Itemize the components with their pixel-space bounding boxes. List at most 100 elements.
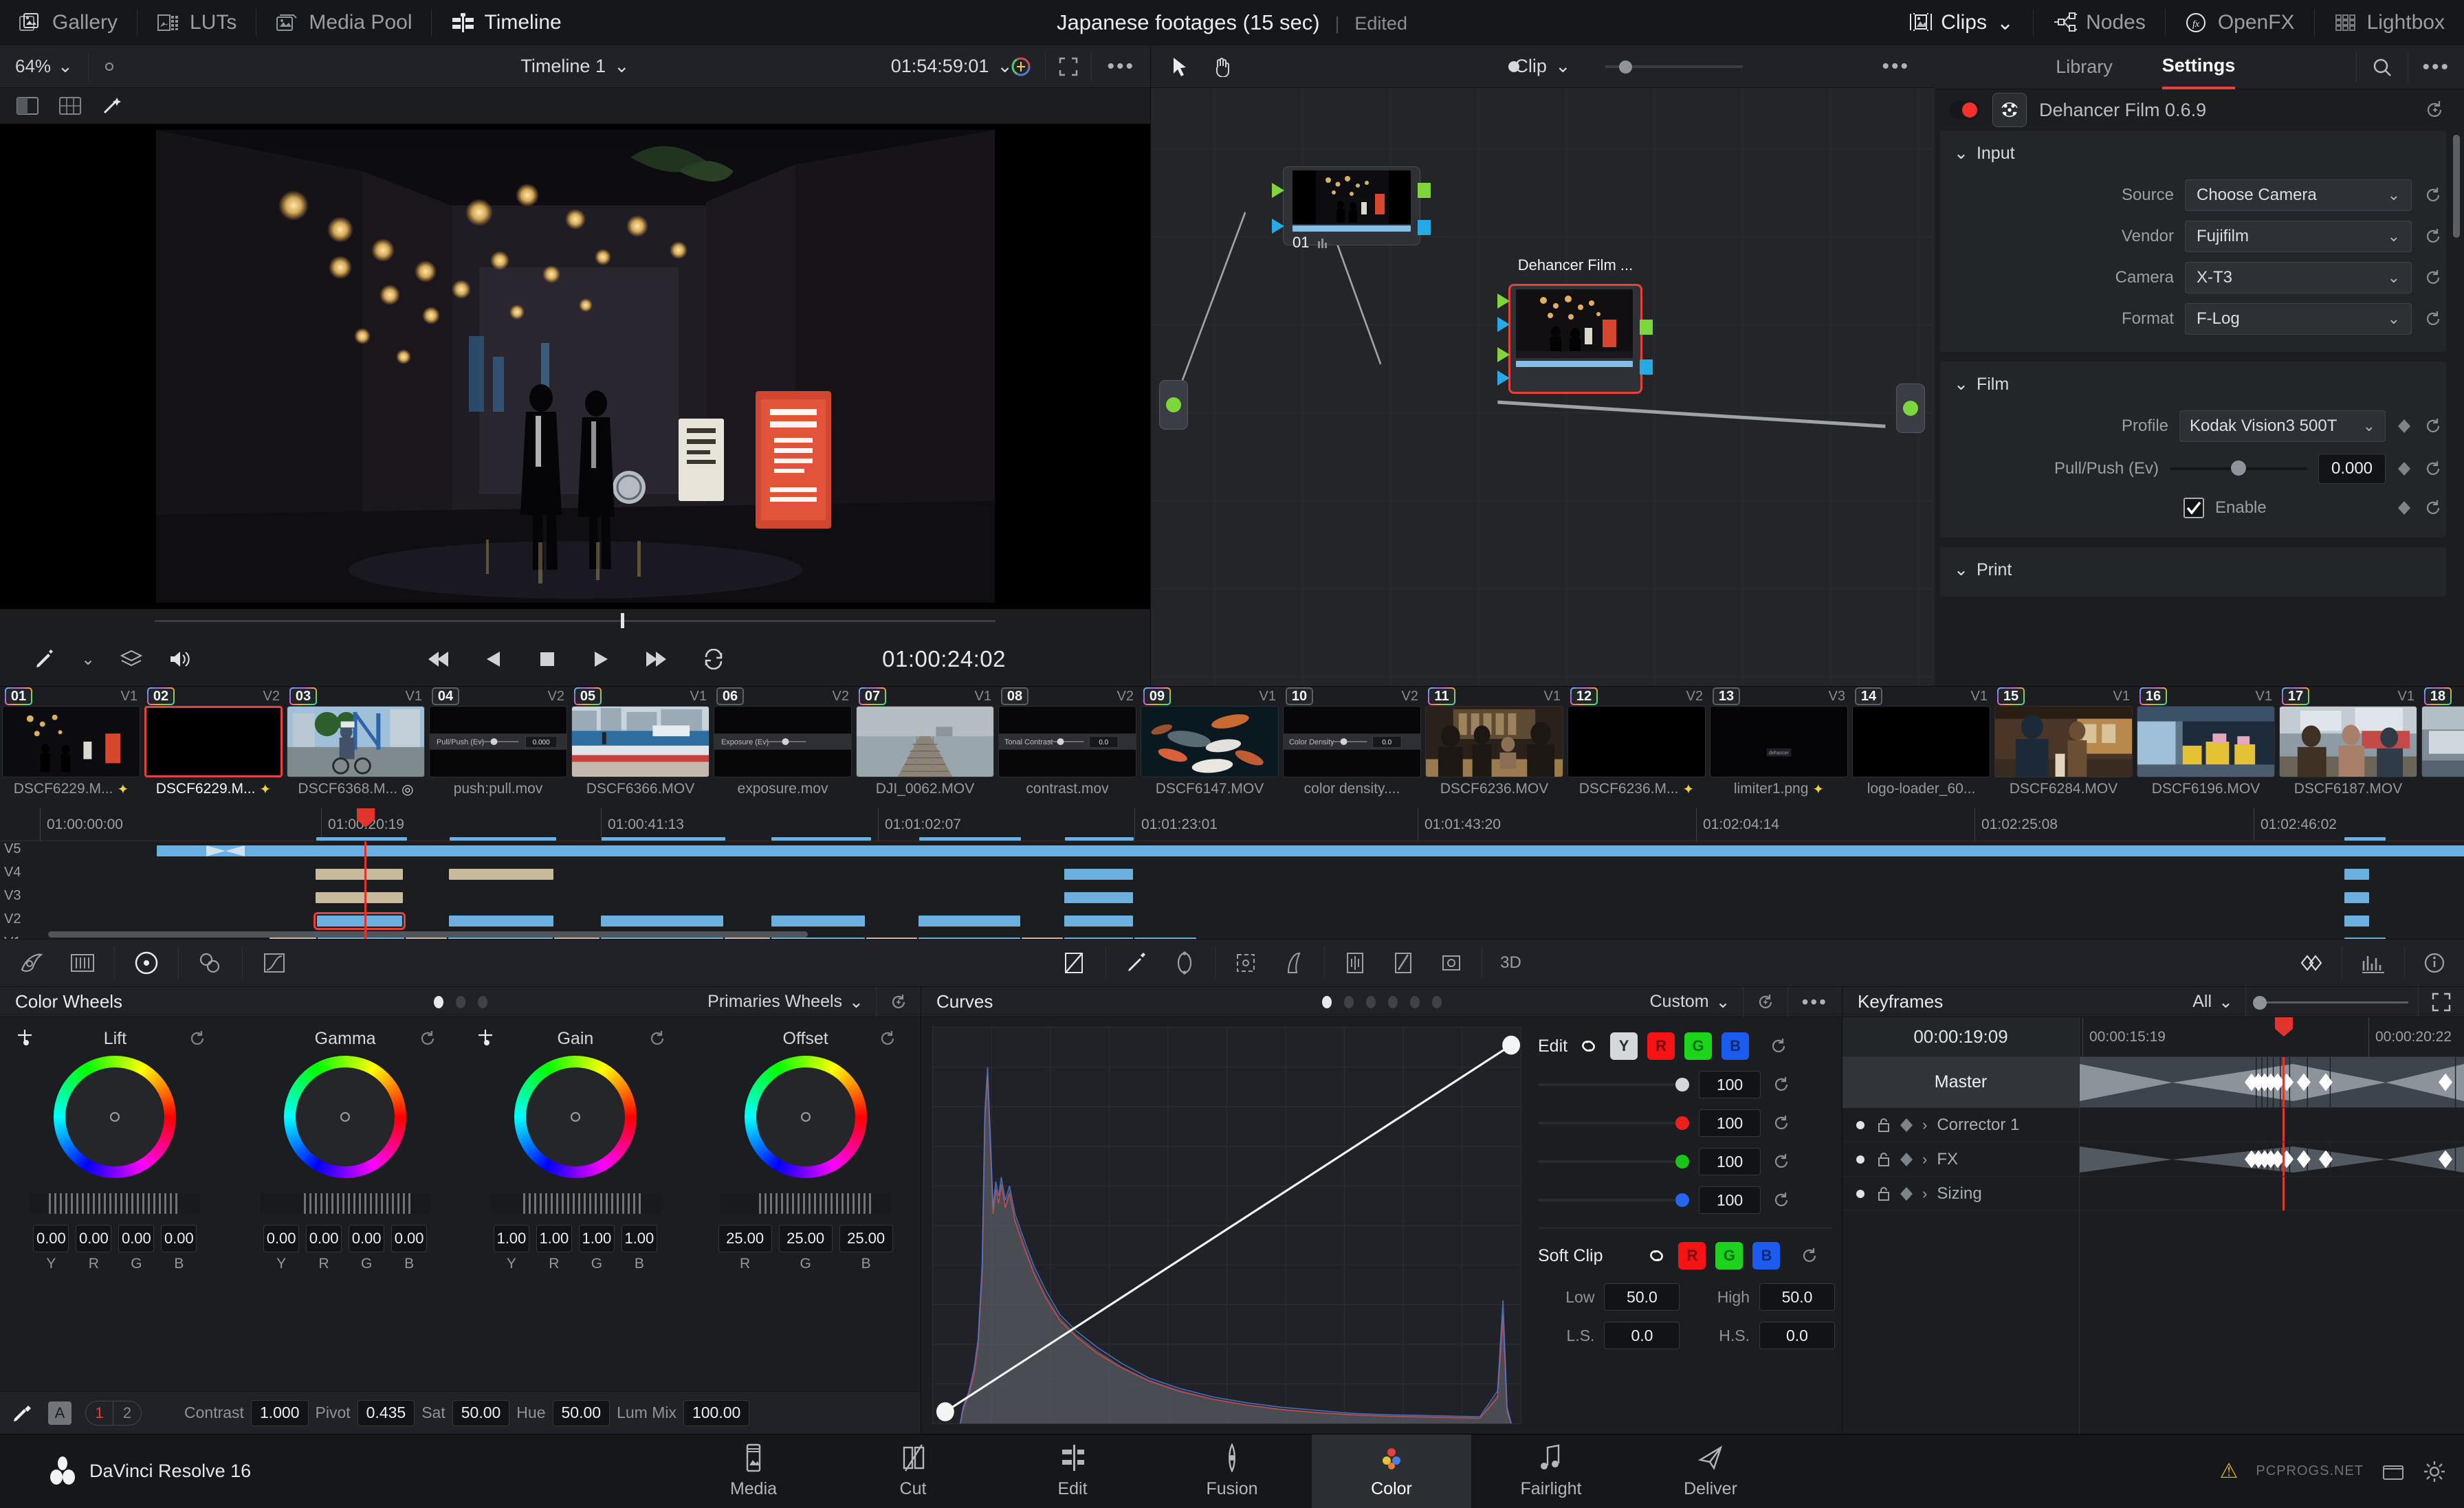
- visibility-icon[interactable]: [1854, 1118, 1867, 1132]
- pull-push-value[interactable]: 0.000: [2318, 454, 2386, 484]
- timeline-clip[interactable]: [157, 845, 2464, 856]
- curve-r-reset-icon[interactable]: [1772, 1113, 1791, 1133]
- clip-thumbnail[interactable]: 15 V1 DSCF6284.MOV: [1992, 687, 2135, 808]
- nodes-button[interactable]: Nodes: [2034, 0, 2165, 45]
- lightbox-button[interactable]: Lightbox: [2315, 0, 2464, 45]
- jump-to-start-button[interactable]: [426, 649, 450, 669]
- enable-checkbox[interactable]: [2184, 498, 2204, 518]
- channel-y-button[interactable]: Y: [1610, 1032, 1638, 1060]
- qualifier-eyedropper-icon[interactable]: [1124, 951, 1149, 975]
- clip-thumbnail[interactable]: 03 V1 DSCF6368.M... ◎: [285, 687, 427, 808]
- contrast-value[interactable]: 1.000: [250, 1399, 309, 1426]
- color-wheels-page-dots[interactable]: [433, 995, 487, 1008]
- page-dot[interactable]: [433, 995, 443, 1008]
- timeline-clip[interactable]: [771, 916, 865, 927]
- profile-dropdown[interactable]: Kodak Vision3 500T ⌄: [2179, 410, 2386, 442]
- magic-wand-icon[interactable]: [102, 96, 122, 115]
- node-dehancer-input-4[interactable]: [1497, 370, 1510, 386]
- keyframes-panel-icon[interactable]: [2294, 951, 2324, 975]
- plugin-reset-icon[interactable]: [2424, 99, 2446, 121]
- search-icon[interactable]: [2357, 57, 2408, 78]
- curve-slider-g-track[interactable]: [1538, 1155, 1689, 1168]
- offset-wheel-handle[interactable]: [800, 1112, 811, 1122]
- curve-slider-r-handle[interactable]: [1675, 1116, 1689, 1130]
- page-color[interactable]: Color: [1312, 1434, 1471, 1508]
- clip-thumbnail[interactable]: 10 V2 Color Density 0.0 color density....: [1281, 687, 1423, 808]
- timeline-panel[interactable]: 01:00:00:00 01:00:20:19 01:00:41:13 01:0…: [0, 808, 2464, 950]
- timeline-clip-selected[interactable]: [314, 912, 406, 930]
- pull-push-slider-handle[interactable]: [2231, 461, 2246, 476]
- viewer-grid-icon[interactable]: [59, 97, 81, 115]
- layers-icon[interactable]: [120, 649, 143, 669]
- clip-thumbnail[interactable]: 01 V1 DSCF6229.M... ✦: [0, 687, 142, 808]
- keyframe-diamond-icon[interactable]: [1900, 1118, 1913, 1132]
- timeline-clip[interactable]: [1064, 892, 1133, 903]
- pointer-tool-icon[interactable]: [1172, 56, 1189, 77]
- clip-image[interactable]: [1425, 706, 1563, 777]
- gamma-g-value[interactable]: 0.00: [349, 1225, 385, 1252]
- soft-clip-high-value[interactable]: 50.0: [1759, 1283, 1835, 1311]
- warning-icon[interactable]: ⚠: [2220, 1459, 2238, 1483]
- enable-reset-icon[interactable]: [2423, 498, 2446, 518]
- soft-clip-g-button[interactable]: G: [1715, 1242, 1744, 1269]
- auto-balance-button[interactable]: A: [48, 1401, 72, 1425]
- timeline-clip[interactable]: [918, 916, 1020, 927]
- viewer-timeline-selector[interactable]: Timeline 1 ⌄: [520, 56, 629, 77]
- lift-r-value[interactable]: 0.00: [76, 1225, 112, 1252]
- soft-clip-reset-icon[interactable]: [1799, 1245, 1820, 1266]
- viewer-split-icon[interactable]: [16, 97, 38, 115]
- gamma-reset-icon[interactable]: [418, 1029, 437, 1048]
- page-edit[interactable]: Edit: [993, 1434, 1152, 1508]
- camera-dropdown[interactable]: X-T3 ⌄: [2185, 262, 2412, 293]
- channel-b-button[interactable]: B: [1722, 1032, 1750, 1060]
- keyframes-lane-fx[interactable]: [2080, 1142, 2464, 1177]
- node-dehancer-rgb-output[interactable]: [1640, 320, 1653, 335]
- offset-r-value[interactable]: 25.00: [718, 1225, 772, 1252]
- clip-thumbnail[interactable]: 11 V1 DSCF6236.MOV: [1423, 687, 1565, 808]
- format-dropdown[interactable]: F-Log ⌄: [2185, 303, 2412, 335]
- node-output-connector[interactable]: [1896, 384, 1925, 433]
- keyframe-diamond-icon[interactable]: [1900, 1186, 1913, 1201]
- curves-edit-reset-icon[interactable]: [1768, 1036, 1789, 1056]
- visibility-icon[interactable]: [1854, 1153, 1867, 1166]
- expand-arrow-icon[interactable]: ›: [1922, 1151, 1927, 1168]
- node-source-connector[interactable]: [1159, 380, 1188, 430]
- chevron-down-icon[interactable]: ⌄: [1954, 143, 1968, 164]
- page-dot[interactable]: [1387, 995, 1398, 1008]
- clip-image[interactable]: Exposure (Ev): [714, 706, 852, 777]
- timeline-clip[interactable]: [449, 916, 553, 927]
- offset-reset-icon[interactable]: [878, 1029, 897, 1048]
- offset-b-value[interactable]: 25.00: [839, 1225, 893, 1252]
- node-01-rgb-input[interactable]: [1272, 183, 1284, 198]
- clip-thumbnail[interactable]: 09 V1 DSCF6147.MOV: [1138, 687, 1281, 808]
- camera-raw-icon[interactable]: [18, 951, 45, 975]
- chevron-down-icon[interactable]: ⌄: [1954, 559, 1968, 580]
- clip-image[interactable]: [571, 706, 710, 777]
- openfx-button[interactable]: fx OpenFX: [2166, 0, 2314, 45]
- lift-reset-icon[interactable]: [188, 1029, 207, 1048]
- keyframes-lane-sizing[interactable]: [2080, 1177, 2464, 1211]
- curve-slider-g-handle[interactable]: [1675, 1155, 1689, 1168]
- media-pool-button[interactable]: Media Pool: [256, 0, 431, 45]
- inspector-scrollbar[interactable]: [2453, 135, 2460, 238]
- zoom-selector[interactable]: 64% ⌄: [0, 56, 88, 77]
- timeline-playhead[interactable]: [364, 841, 366, 939]
- keyframe-diamond-icon[interactable]: [1900, 1152, 1913, 1166]
- gallery-button[interactable]: Gallery: [0, 0, 137, 45]
- timeline-clip[interactable]: [1064, 869, 1133, 880]
- keyframes-row-fx[interactable]: › FX: [1842, 1142, 2079, 1177]
- gain-master-ribbon[interactable]: [490, 1193, 661, 1214]
- page-dot[interactable]: [477, 995, 487, 1008]
- lift-wheel[interactable]: [54, 1056, 177, 1178]
- clip-image[interactable]: Pull/Push (Ev) 0.000: [429, 706, 567, 777]
- node-dehancer-key-output[interactable]: [1640, 359, 1653, 375]
- lift-b-value[interactable]: 0.00: [161, 1225, 197, 1252]
- soft-clip-ls-value[interactable]: 0.0: [1604, 1322, 1680, 1349]
- magic-mask-icon[interactable]: [1282, 951, 1306, 975]
- stop-button[interactable]: [537, 649, 558, 669]
- curves-page-dots[interactable]: [1321, 995, 1442, 1008]
- channel-r-button[interactable]: R: [1647, 1032, 1675, 1060]
- page-deliver[interactable]: Deliver: [1631, 1434, 1790, 1508]
- curves-mode-selector[interactable]: Custom ⌄: [1637, 992, 1742, 1012]
- clip-thumbnail[interactable]: 17 V1 DSCF6187.MOV: [2277, 687, 2419, 808]
